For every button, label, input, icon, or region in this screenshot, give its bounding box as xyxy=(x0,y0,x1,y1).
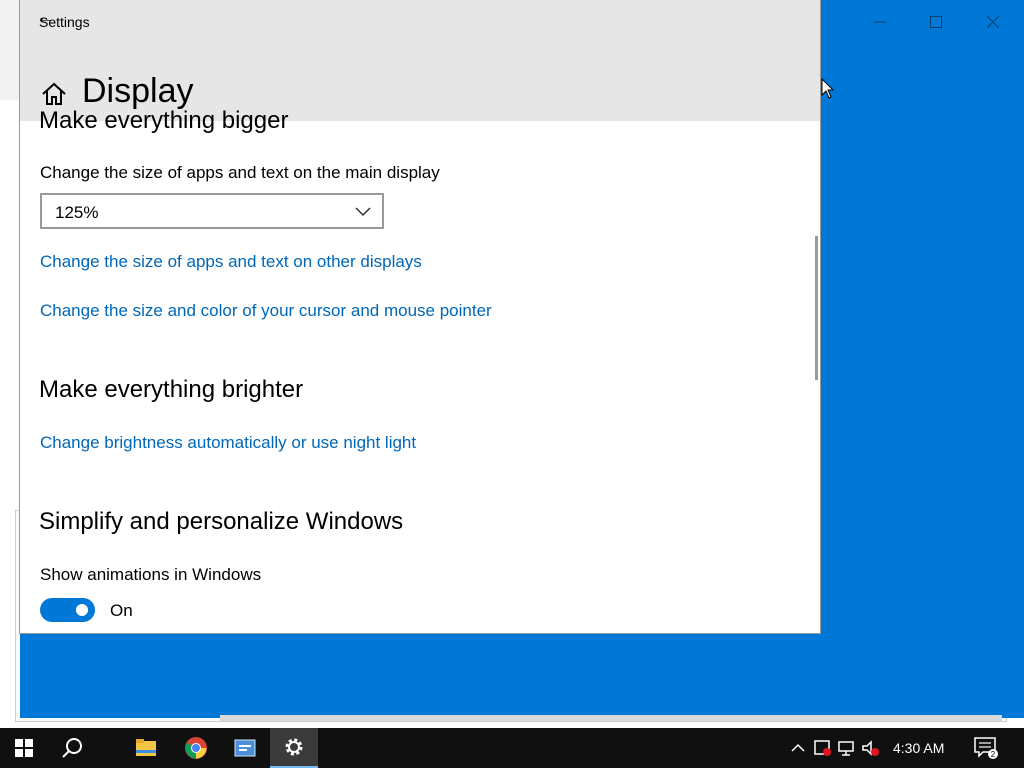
window-title: Settings xyxy=(39,14,90,30)
animations-toggle[interactable] xyxy=(40,598,95,622)
page-title: Display xyxy=(82,72,194,110)
settings-taskbar-button[interactable] xyxy=(270,728,318,768)
section-heading-simplify: Simplify and personalize Windows xyxy=(39,508,404,535)
home-icon[interactable] xyxy=(40,80,68,108)
app-window-button[interactable] xyxy=(221,728,269,768)
file-explorer-button[interactable] xyxy=(122,728,170,768)
minimize-button[interactable] xyxy=(866,8,894,36)
animations-label: Show animations in Windows xyxy=(40,565,262,584)
section-heading-bigger: Make everything bigger xyxy=(39,107,289,134)
taskbar: 4:30 AM 2 xyxy=(0,728,1024,768)
title-bar: ← Settings xyxy=(20,0,820,44)
toggle-knob xyxy=(76,604,88,616)
search-icon xyxy=(62,738,82,758)
network-icon[interactable] xyxy=(836,738,856,758)
clock[interactable]: 4:30 AM xyxy=(893,740,944,756)
windows-logo-icon xyxy=(15,739,33,757)
animations-state: On xyxy=(110,601,133,620)
search-button[interactable] xyxy=(48,728,96,768)
volume-muted-icon[interactable] xyxy=(860,738,880,758)
chevron-up-icon[interactable] xyxy=(788,738,808,758)
security-icon[interactable] xyxy=(812,738,832,758)
chrome-icon xyxy=(185,737,207,759)
section-heading-brighter: Make everything brighter xyxy=(39,376,304,403)
scale-dropdown[interactable]: 125% xyxy=(40,193,384,229)
gear-icon xyxy=(285,738,303,756)
link-other-displays[interactable]: Change the size of apps and text on othe… xyxy=(40,252,422,272)
link-cursor-pointer[interactable]: Change the size and color of your cursor… xyxy=(40,301,492,321)
scale-label: Change the size of apps and text on the … xyxy=(40,163,440,182)
folder-icon xyxy=(136,739,156,756)
start-button[interactable] xyxy=(0,728,48,768)
scrollbar-thumb[interactable] xyxy=(815,236,818,380)
settings-content: Make everything bigger Change the size o… xyxy=(20,107,820,633)
link-brightness[interactable]: Change brightness automatically or use n… xyxy=(40,433,416,453)
action-center-button[interactable]: 2 xyxy=(962,728,1010,768)
mouse-pointer-icon xyxy=(821,78,835,99)
chrome-button[interactable] xyxy=(172,728,220,768)
maximize-button[interactable] xyxy=(922,8,950,36)
chevron-down-icon xyxy=(355,207,371,217)
settings-window: ← Settings Display Make everything bigge… xyxy=(20,0,820,633)
scale-dropdown-value: 125% xyxy=(55,203,99,222)
app-window-icon xyxy=(234,739,256,757)
notification-count: 2 xyxy=(991,750,996,759)
notification-icon: 2 xyxy=(974,737,998,759)
close-button[interactable] xyxy=(979,8,1007,36)
window-shadow xyxy=(220,715,1002,721)
